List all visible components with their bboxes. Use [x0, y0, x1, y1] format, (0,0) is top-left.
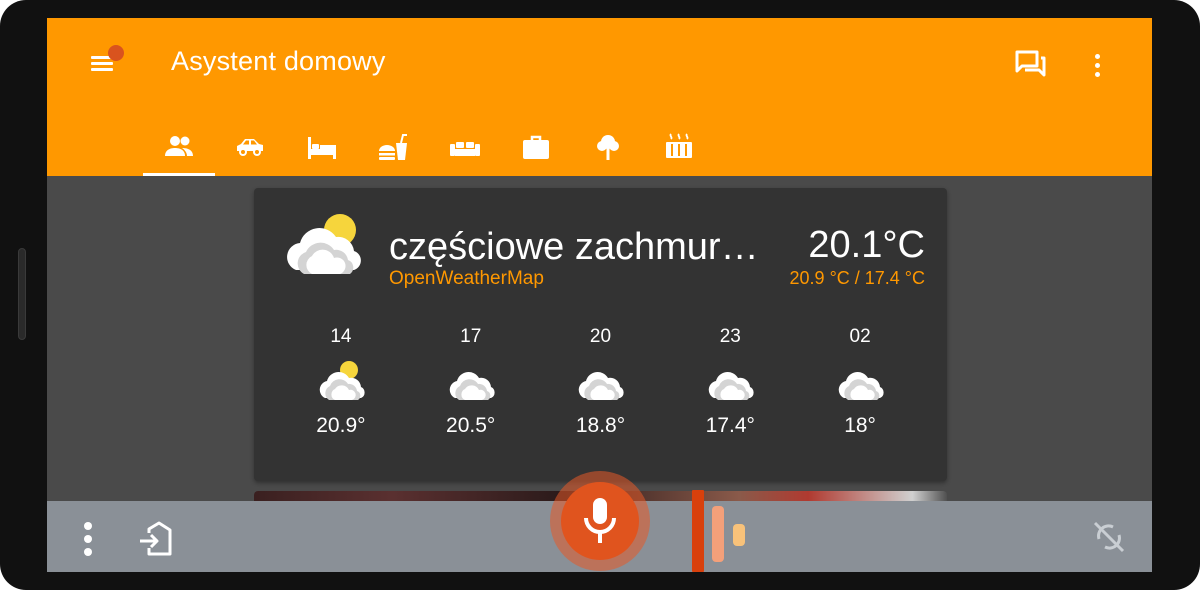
exit-home-icon — [140, 521, 172, 556]
tab-garden[interactable] — [572, 118, 644, 176]
room-tabs — [143, 118, 715, 176]
microphone-icon — [584, 498, 616, 543]
sofa-icon — [449, 142, 480, 156]
forecast-hour: 17 — [460, 326, 482, 347]
voice-level-bar — [712, 506, 724, 562]
hourly-forecast: 14 20.9° 17 20.5° 20 18.8° 23 17.4° 02 1… — [276, 324, 925, 464]
people-icon — [164, 136, 193, 156]
more-options-button[interactable] — [1087, 48, 1107, 82]
bottom-more-button[interactable] — [82, 522, 94, 558]
cloudy-icon — [838, 372, 884, 400]
weather-provider: OpenWeatherMap — [389, 268, 544, 289]
forecast-hour: 23 — [719, 326, 741, 347]
device-frame: Asystent domowy częściowe zachmurze Open… — [0, 0, 1200, 590]
menu-icon-line — [91, 68, 113, 71]
tab-heating[interactable] — [644, 118, 716, 176]
voice-level-indicator — [692, 490, 752, 572]
tab-bedroom[interactable] — [286, 118, 358, 176]
forecast-item: 23 17.4° — [665, 324, 795, 464]
more-vertical-icon — [1087, 48, 1107, 77]
notification-badge — [108, 45, 124, 61]
voice-level-bar — [692, 490, 704, 572]
forecast-temperature: 20.5° — [446, 414, 496, 437]
bed-icon — [307, 137, 336, 159]
tab-living-room[interactable] — [429, 118, 501, 176]
menu-button[interactable] — [87, 45, 124, 80]
forecast-item: 14 20.9° — [276, 324, 406, 464]
chat-button[interactable] — [1013, 48, 1047, 82]
app-screen: Asystent domowy częściowe zachmurze Open… — [47, 18, 1152, 572]
weather-condition: częściowe zachmurzenie — [389, 226, 759, 268]
forecast-temperature: 18° — [844, 414, 876, 437]
exit-button[interactable] — [137, 521, 177, 557]
forecast-temperature: 20.9° — [316, 414, 366, 437]
chat-icon — [1015, 50, 1046, 77]
microphone-button-core — [561, 482, 639, 560]
forecast-hour: 20 — [589, 326, 612, 347]
cloudy-icon — [449, 372, 495, 400]
tree-icon — [596, 135, 619, 160]
tab-office[interactable] — [501, 118, 573, 176]
sync-button[interactable] — [1091, 519, 1127, 555]
forecast-temperature: 18.8° — [575, 414, 626, 437]
car-icon — [237, 139, 264, 156]
menu-icon-line — [91, 62, 113, 65]
forecast-item: 17 20.5° — [406, 324, 536, 464]
tab-people[interactable] — [143, 118, 215, 176]
partly-cloudy-icon — [319, 361, 365, 400]
temperature-range: 20.9 °C / 17.4 °C — [789, 268, 925, 288]
device-side-button — [18, 248, 26, 340]
forecast-item: 02 18° — [795, 324, 925, 464]
food-icon — [379, 134, 408, 160]
cloudy-icon — [579, 372, 625, 400]
forecast-hour: 02 — [849, 326, 871, 347]
forecast-temperature: 17.4° — [705, 414, 755, 437]
sync-disabled-icon — [1093, 521, 1125, 553]
forecast-item: 20 18.8° — [536, 324, 666, 464]
voice-level-bar — [733, 524, 745, 546]
top-app-bar: Asystent domowy — [47, 18, 1152, 176]
tab-car[interactable] — [215, 118, 287, 176]
forecast-hour: 14 — [330, 326, 352, 347]
more-vertical-icon — [82, 522, 94, 556]
cloudy-icon — [709, 372, 754, 400]
tab-kitchen[interactable] — [358, 118, 430, 176]
heater-icon — [666, 133, 693, 158]
microphone-button[interactable] — [550, 471, 650, 571]
current-temperature: 20.1°C — [808, 224, 925, 266]
app-title: Asystent domowy — [171, 46, 386, 76]
partly-cloudy-icon — [287, 214, 361, 274]
briefcase-icon — [523, 135, 550, 159]
weather-card[interactable]: częściowe zachmurzenie OpenWeatherMap 20… — [254, 188, 947, 481]
